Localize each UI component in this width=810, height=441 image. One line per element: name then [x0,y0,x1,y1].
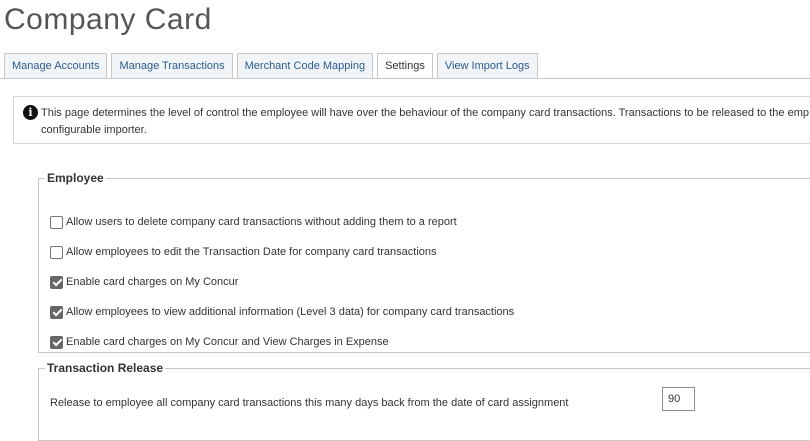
tab-view-import-logs[interactable]: View Import Logs [436,53,538,79]
option-view-charges-expense: Enable card charges on My Concur and Vie… [50,335,389,349]
info-text: This page determines the level of contro… [41,105,810,139]
employee-section-title: Employee [47,171,104,185]
tab-divider [0,78,810,79]
checkbox-edit-transaction-date[interactable] [50,245,63,259]
page-title: Company Card [4,3,212,36]
option-enable-card-charges: Enable card charges on My Concur [50,275,238,289]
transaction-release-title: Transaction Release [47,361,164,375]
option-label: Enable card charges on My Concur and Vie… [66,336,389,348]
info-text-line-1: This page determines the level of contro… [41,107,809,119]
option-label: Allow users to delete company card trans… [66,216,457,228]
release-days-input[interactable] [662,387,695,411]
tab-settings[interactable]: Settings [377,53,433,79]
tab-bar: Manage Accounts Manage Transactions Merc… [4,53,542,79]
option-delete-transactions: Allow users to delete company card trans… [50,215,457,229]
employee-section: Employee Allow users to delete company c… [38,171,810,353]
option-label: Allow employees to edit the Transaction … [66,246,437,258]
info-text-line-2: configurable importer. [41,124,147,136]
info-message: i This page determines the level of cont… [13,96,810,144]
option-label: Enable card charges on My Concur [66,276,239,288]
tab-merchant-code-mapping[interactable]: Merchant Code Mapping [236,53,374,79]
checkbox-level3-data[interactable] [50,305,63,319]
release-days-label: Release to employee all company card tra… [50,397,569,409]
option-edit-transaction-date: Allow employees to edit the Transaction … [50,245,437,259]
tab-manage-accounts[interactable]: Manage Accounts [4,53,108,79]
option-level3-data: Allow employees to view additional infor… [50,305,514,319]
info-icon: i [23,105,38,120]
tab-manage-transactions[interactable]: Manage Transactions [111,53,233,79]
checkbox-view-charges-expense[interactable] [50,335,63,349]
option-label: Allow employees to view additional infor… [66,306,515,318]
checkbox-delete-transactions[interactable] [50,215,63,229]
checkbox-enable-card-charges[interactable] [50,275,63,289]
